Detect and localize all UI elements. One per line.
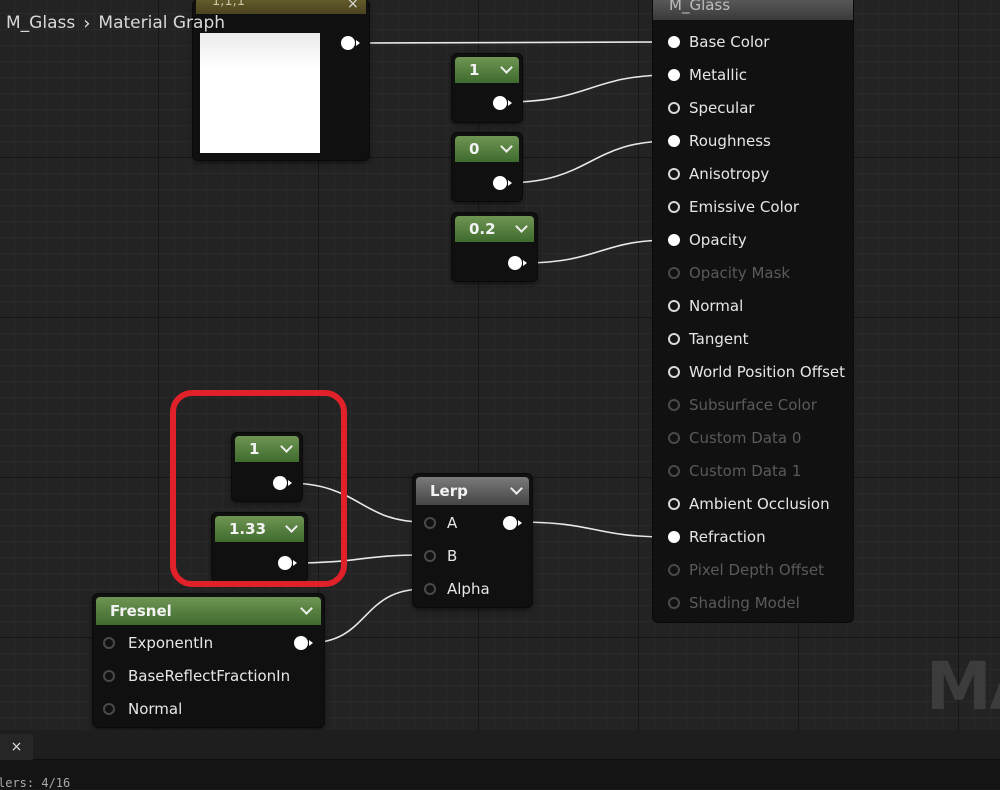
input-world-position-offset[interactable]: World Position Offset [653, 355, 853, 388]
lerp-input-a[interactable]: A [424, 506, 457, 539]
output-pin[interactable] [503, 516, 522, 530]
lerp-node[interactable]: Lerp A B Alpha [413, 474, 532, 607]
input-specular[interactable]: Specular [653, 91, 853, 124]
input-pin[interactable] [668, 134, 680, 147]
input-pin[interactable] [103, 702, 115, 715]
breadcrumb-root[interactable]: M_Glass [6, 13, 75, 33]
input-pin[interactable] [668, 101, 680, 114]
input-normal[interactable]: Normal [653, 289, 853, 322]
material-graph-canvas[interactable]: MA 1,1,1 × 1 0 0.2 M_Glass Base [0, 0, 1000, 730]
input-pin [668, 398, 680, 411]
input-pin[interactable] [668, 497, 680, 510]
input-shading-model: Shading Model [653, 586, 853, 619]
input-pin[interactable] [103, 669, 115, 682]
highlight-box [170, 390, 347, 587]
panel-tab-bar [0, 730, 1000, 760]
material-result-title: M_Glass [653, 0, 853, 20]
wire-roughness [505, 140, 671, 184]
constant-node-metallic[interactable]: 1 [452, 54, 522, 122]
input-base-color[interactable]: Base Color [653, 25, 853, 58]
chevron-down-icon[interactable] [500, 61, 513, 74]
input-pin[interactable] [424, 516, 436, 529]
close-icon[interactable]: × [347, 0, 359, 12]
lerp-title: Lerp [430, 482, 468, 500]
wire-opacity [521, 239, 671, 264]
fresnel-input-basereflect[interactable]: BaseReflectFractionIn [103, 659, 290, 692]
wire-texture-to-basecolor [355, 41, 671, 44]
input-emissive-color[interactable]: Emissive Color [653, 190, 853, 223]
input-pin[interactable] [668, 35, 680, 48]
input-tangent[interactable]: Tangent [653, 322, 853, 355]
input-pin[interactable] [668, 332, 680, 345]
input-opacity[interactable]: Opacity [653, 223, 853, 256]
input-pin [668, 431, 680, 444]
wire-fresnel-to-lerp-alpha [307, 588, 425, 644]
wire-metallic [505, 74, 671, 103]
input-opacity-mask: Opacity Mask [653, 256, 853, 289]
input-pin[interactable] [103, 636, 115, 649]
wire-lerp-to-refraction [515, 521, 671, 538]
input-pin[interactable] [668, 530, 680, 543]
breadcrumb-current: Material Graph [98, 13, 226, 33]
chevron-down-icon[interactable] [300, 602, 313, 615]
fresnel-input-normal[interactable]: Normal [103, 692, 182, 725]
constant-value[interactable]: 0 [469, 140, 479, 158]
input-pin [668, 596, 680, 609]
input-metallic[interactable]: Metallic [653, 58, 853, 91]
input-anisotropy[interactable]: Anisotropy [653, 157, 853, 190]
breadcrumb: M_Glass › Material Graph [0, 6, 225, 40]
input-pin[interactable] [424, 582, 436, 595]
input-custom-data-1: Custom Data 1 [653, 454, 853, 487]
input-ambient-occlusion[interactable]: Ambient Occlusion [653, 487, 853, 520]
graph-watermark: MA [926, 648, 1000, 725]
lerp-input-alpha[interactable]: Alpha [424, 572, 490, 605]
fresnel-node[interactable]: Fresnel ExponentIn BaseReflectFractionIn… [93, 594, 324, 727]
output-pin[interactable] [493, 176, 512, 190]
input-pin [668, 563, 680, 576]
input-pin[interactable] [668, 68, 680, 81]
output-pin[interactable] [508, 256, 527, 270]
constant-value[interactable]: 1 [469, 61, 479, 79]
input-subsurface-color: Subsurface Color [653, 388, 853, 421]
input-pin[interactable] [668, 233, 680, 246]
material-result-node[interactable]: M_Glass Base Color Metallic Specular Rou… [653, 0, 853, 622]
chevron-down-icon[interactable] [510, 482, 523, 495]
close-icon[interactable]: × [0, 734, 33, 760]
lerp-input-b[interactable]: B [424, 539, 457, 572]
input-custom-data-0: Custom Data 0 [653, 421, 853, 454]
input-pin[interactable] [668, 299, 680, 312]
output-pin[interactable] [294, 636, 313, 650]
texture-preview [200, 33, 320, 153]
input-pixel-depth-offset: Pixel Depth Offset [653, 553, 853, 586]
input-refraction[interactable]: Refraction [653, 520, 853, 553]
constant-node-roughness[interactable]: 0 [452, 133, 522, 201]
fresnel-input-exponentin[interactable]: ExponentIn [103, 626, 213, 659]
chevron-right-icon: › [83, 12, 91, 34]
fresnel-title: Fresnel [110, 602, 172, 620]
texture-output-pin[interactable] [341, 36, 360, 50]
input-pin[interactable] [424, 549, 436, 562]
input-pin [668, 464, 680, 477]
chevron-down-icon[interactable] [500, 140, 513, 153]
constant-node-opacity[interactable]: 0.2 [452, 213, 537, 281]
constant-value[interactable]: 0.2 [469, 220, 496, 238]
input-pin[interactable] [668, 365, 680, 378]
input-pin [668, 266, 680, 279]
input-pin[interactable] [668, 200, 680, 213]
stats-text: lers: 4/16 [0, 776, 71, 790]
input-roughness[interactable]: Roughness [653, 124, 853, 157]
chevron-down-icon[interactable] [515, 220, 528, 233]
input-pin[interactable] [668, 167, 680, 180]
output-pin[interactable] [493, 96, 512, 110]
